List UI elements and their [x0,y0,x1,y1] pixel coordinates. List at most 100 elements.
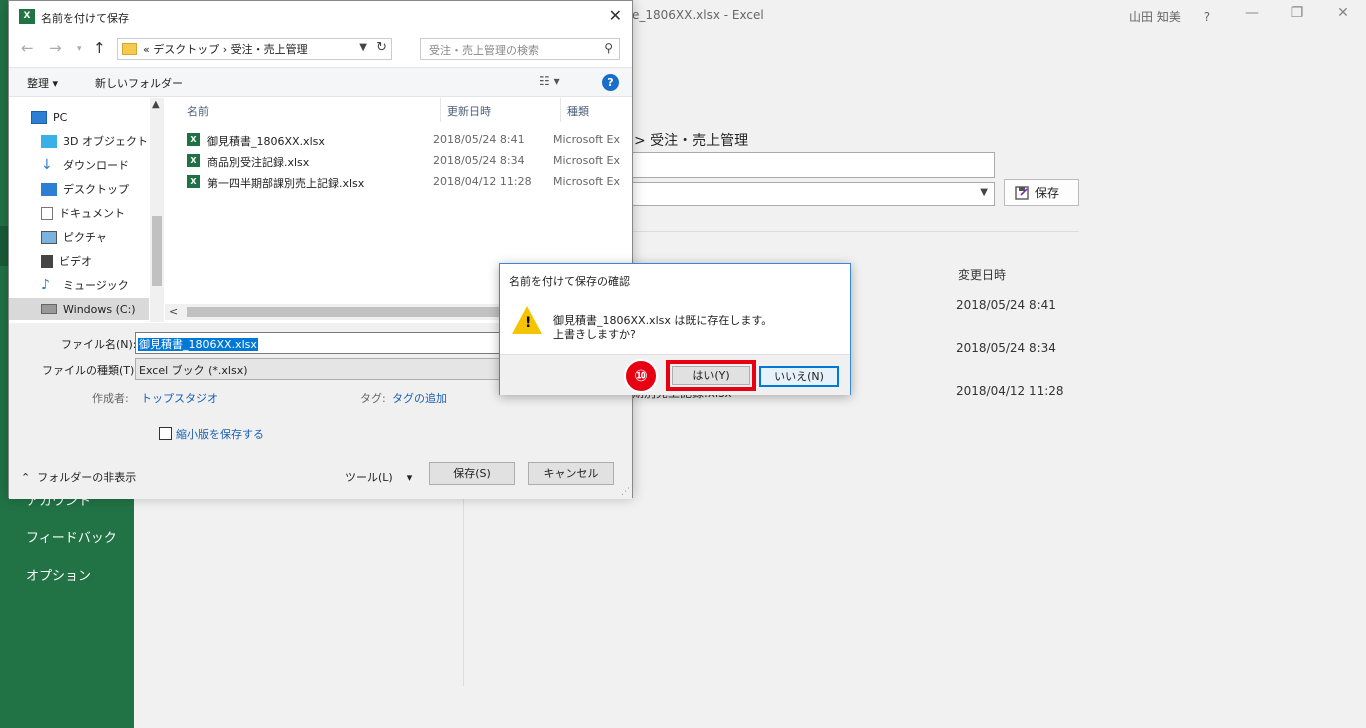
nav-item-documents[interactable]: ドキュメント [9,202,149,224]
excel-file-icon: X [187,133,200,146]
author-label: 作成者: [92,392,129,405]
film-icon [41,254,53,268]
confirm-button-bar: ⑩ はい(Y) いいえ(N) [500,354,850,395]
computer-icon [31,110,47,124]
add-tag-link[interactable]: タグの追加 [392,390,447,406]
nav-scrollbar[interactable]: ▲ [150,98,164,322]
save-as-dialog: X 名前を付けて保存 ✕ ← → ▾ ↑ « デスクトップ › 受注・売上管理 … [8,0,633,499]
sidebar-item-options[interactable]: オプション [26,565,91,584]
help-icon[interactable]: ? [1204,10,1210,24]
view-options-icon[interactable]: ☷ ▾ [539,74,560,88]
minimize-icon[interactable]: — [1240,5,1264,21]
refresh-icon[interactable]: ↻ [376,40,387,55]
close-icon[interactable]: ✕ [1331,5,1355,21]
no-button[interactable]: いいえ(N) [759,366,839,387]
column-header-modified: 変更日時 [958,268,1007,282]
chevron-down-icon[interactable]: ▼ [359,42,367,53]
back-arrow-icon[interactable]: ← [21,39,34,57]
filename-label: ファイル名(N): [61,338,137,351]
column-divider[interactable] [560,98,561,122]
overwrite-confirm-dialog: 名前を付けて保存の確認 ! 御見積書_1806XX.xlsx は既に存在します。… [499,263,851,395]
yes-button[interactable]: はい(Y) [672,366,750,385]
cancel-button[interactable]: キャンセル [528,462,614,485]
address-bar[interactable]: « デスクトップ › 受注・売上管理 ▼ ↻ [117,38,392,60]
chevron-up-icon: ⌃ [21,471,31,484]
organize-button[interactable]: 整理 ▾ [27,75,58,91]
restore-icon[interactable]: ❐ [1285,5,1309,21]
file-row[interactable]: X 御見積書_1806XX.xlsx 2018/05/24 8:41 Micro… [187,130,633,150]
excel-filetype-select[interactable]: ▼ [632,182,995,206]
navigation-pane: PC 3D オブジェクト ↓ ダウンロード デスクトップ ドキュメント ピクチャ… [9,98,164,322]
nav-item-desktop[interactable]: デスクトップ [9,178,149,200]
file-date: 2018/05/24 8:41 [956,298,1056,312]
picture-icon [41,230,57,244]
nav-item-downloads[interactable]: ↓ ダウンロード [9,154,149,176]
chevron-down-icon: ▼ [980,187,988,198]
desktop-icon [41,182,57,196]
new-folder-button[interactable]: 新しいフォルダー [95,75,183,91]
nav-item-videos[interactable]: ビデオ [9,250,149,272]
search-icon: ⚲ [604,41,613,55]
excel-filename-input[interactable] [632,152,995,178]
excel-logo-icon: X [19,9,35,24]
save-icon [1015,185,1029,200]
save-location-breadcrumb: > 受注・売上管理 [634,133,749,149]
recent-chevron-icon[interactable]: ▾ [77,44,82,54]
nav-item-3d-objects[interactable]: 3D オブジェクト [9,130,149,152]
exclamation-icon: ! [525,315,532,331]
filetype-label: ファイルの種類(T): [42,364,139,377]
column-header-type[interactable]: 種類 [567,103,589,119]
cube-icon [41,134,57,148]
address-path: « デスクトップ › 受注・売上管理 [143,43,308,56]
search-input[interactable]: 受注・売上管理の検索 ⚲ [420,38,620,60]
up-arrow-icon[interactable]: ↑ [93,39,106,57]
forward-arrow-icon[interactable]: → [49,39,62,57]
download-arrow-icon: ↓ [41,156,53,173]
close-icon[interactable]: ✕ [609,6,622,25]
file-row[interactable]: X 商品別受注記録.xlsx 2018/05/24 8:34 Microsoft… [187,151,633,171]
chevron-down-icon: ▾ [406,471,413,484]
file-date: 2018/05/24 8:34 [956,341,1056,355]
nav-item-music[interactable]: ♪ ミュージック [9,274,149,296]
excel-file-icon: X [187,175,200,188]
help-icon[interactable]: ? [602,74,619,91]
user-name[interactable]: 山田 知美 ? [1129,8,1210,25]
save-button[interactable]: 保存(S) [429,462,515,485]
excel-window-title: e_1806XX.xlsx - Excel [632,8,764,22]
author-value[interactable]: トップスタジオ [141,390,218,406]
column-header-date[interactable]: 更新日時 [447,103,491,119]
file-row[interactable]: X 第一四半期部課別売上記録.xlsx 2018/04/12 11:28 Mic… [187,172,633,192]
file-date: 2018/04/12 11:28 [956,384,1064,398]
sidebar-item-feedback[interactable]: フィードバック [26,527,117,546]
nav-item-windows-c[interactable]: Windows (C:) [9,298,149,320]
excel-save-button[interactable]: 保存 [1004,179,1079,206]
excel-file-icon: X [187,154,200,167]
confirm-question: 上書きしますか? [553,328,636,341]
dialog-titlebar: X 名前を付けて保存 ✕ [9,1,632,33]
dialog-toolbar: 整理 ▾ 新しいフォルダー ☷ ▾ ? [9,67,632,97]
tools-button[interactable]: ツール(L) ▾ [345,469,412,485]
column-divider[interactable] [440,98,441,122]
scroll-left-icon[interactable]: < [169,305,178,318]
sort-ascending-icon: ^ [305,98,314,105]
hide-folders-toggle[interactable]: ⌃ フォルダーの非表示 [21,469,136,485]
dialog-title: 名前を付けて保存 [41,12,129,25]
save-thumbnail-checkbox[interactable] [159,427,172,440]
tag-label: タグ: [360,392,386,405]
nav-item-pc[interactable]: PC [9,106,149,128]
confirm-dialog-title: 名前を付けて保存の確認 [509,275,630,288]
nav-item-pictures[interactable]: ピクチャ [9,226,149,248]
filetype-select[interactable]: Excel ブック (*.xlsx) [135,358,515,380]
resize-grip-icon[interactable]: ⋰ [621,487,630,497]
scrollbar-thumb[interactable] [152,216,162,286]
scroll-up-icon[interactable]: ▲ [152,99,160,110]
column-header-name[interactable]: 名前 [187,103,209,119]
highlight-box: はい(Y) [666,360,756,391]
filename-input[interactable]: 御見積書_1806XX.xlsx [135,332,515,354]
scrollbar-thumb[interactable] [187,307,517,317]
save-thumbnail-label[interactable]: 縮小版を保存する [176,426,264,442]
music-note-icon: ♪ [41,276,50,293]
document-icon [41,206,53,220]
folder-icon [122,43,137,55]
step-number-badge: ⑩ [624,359,658,393]
